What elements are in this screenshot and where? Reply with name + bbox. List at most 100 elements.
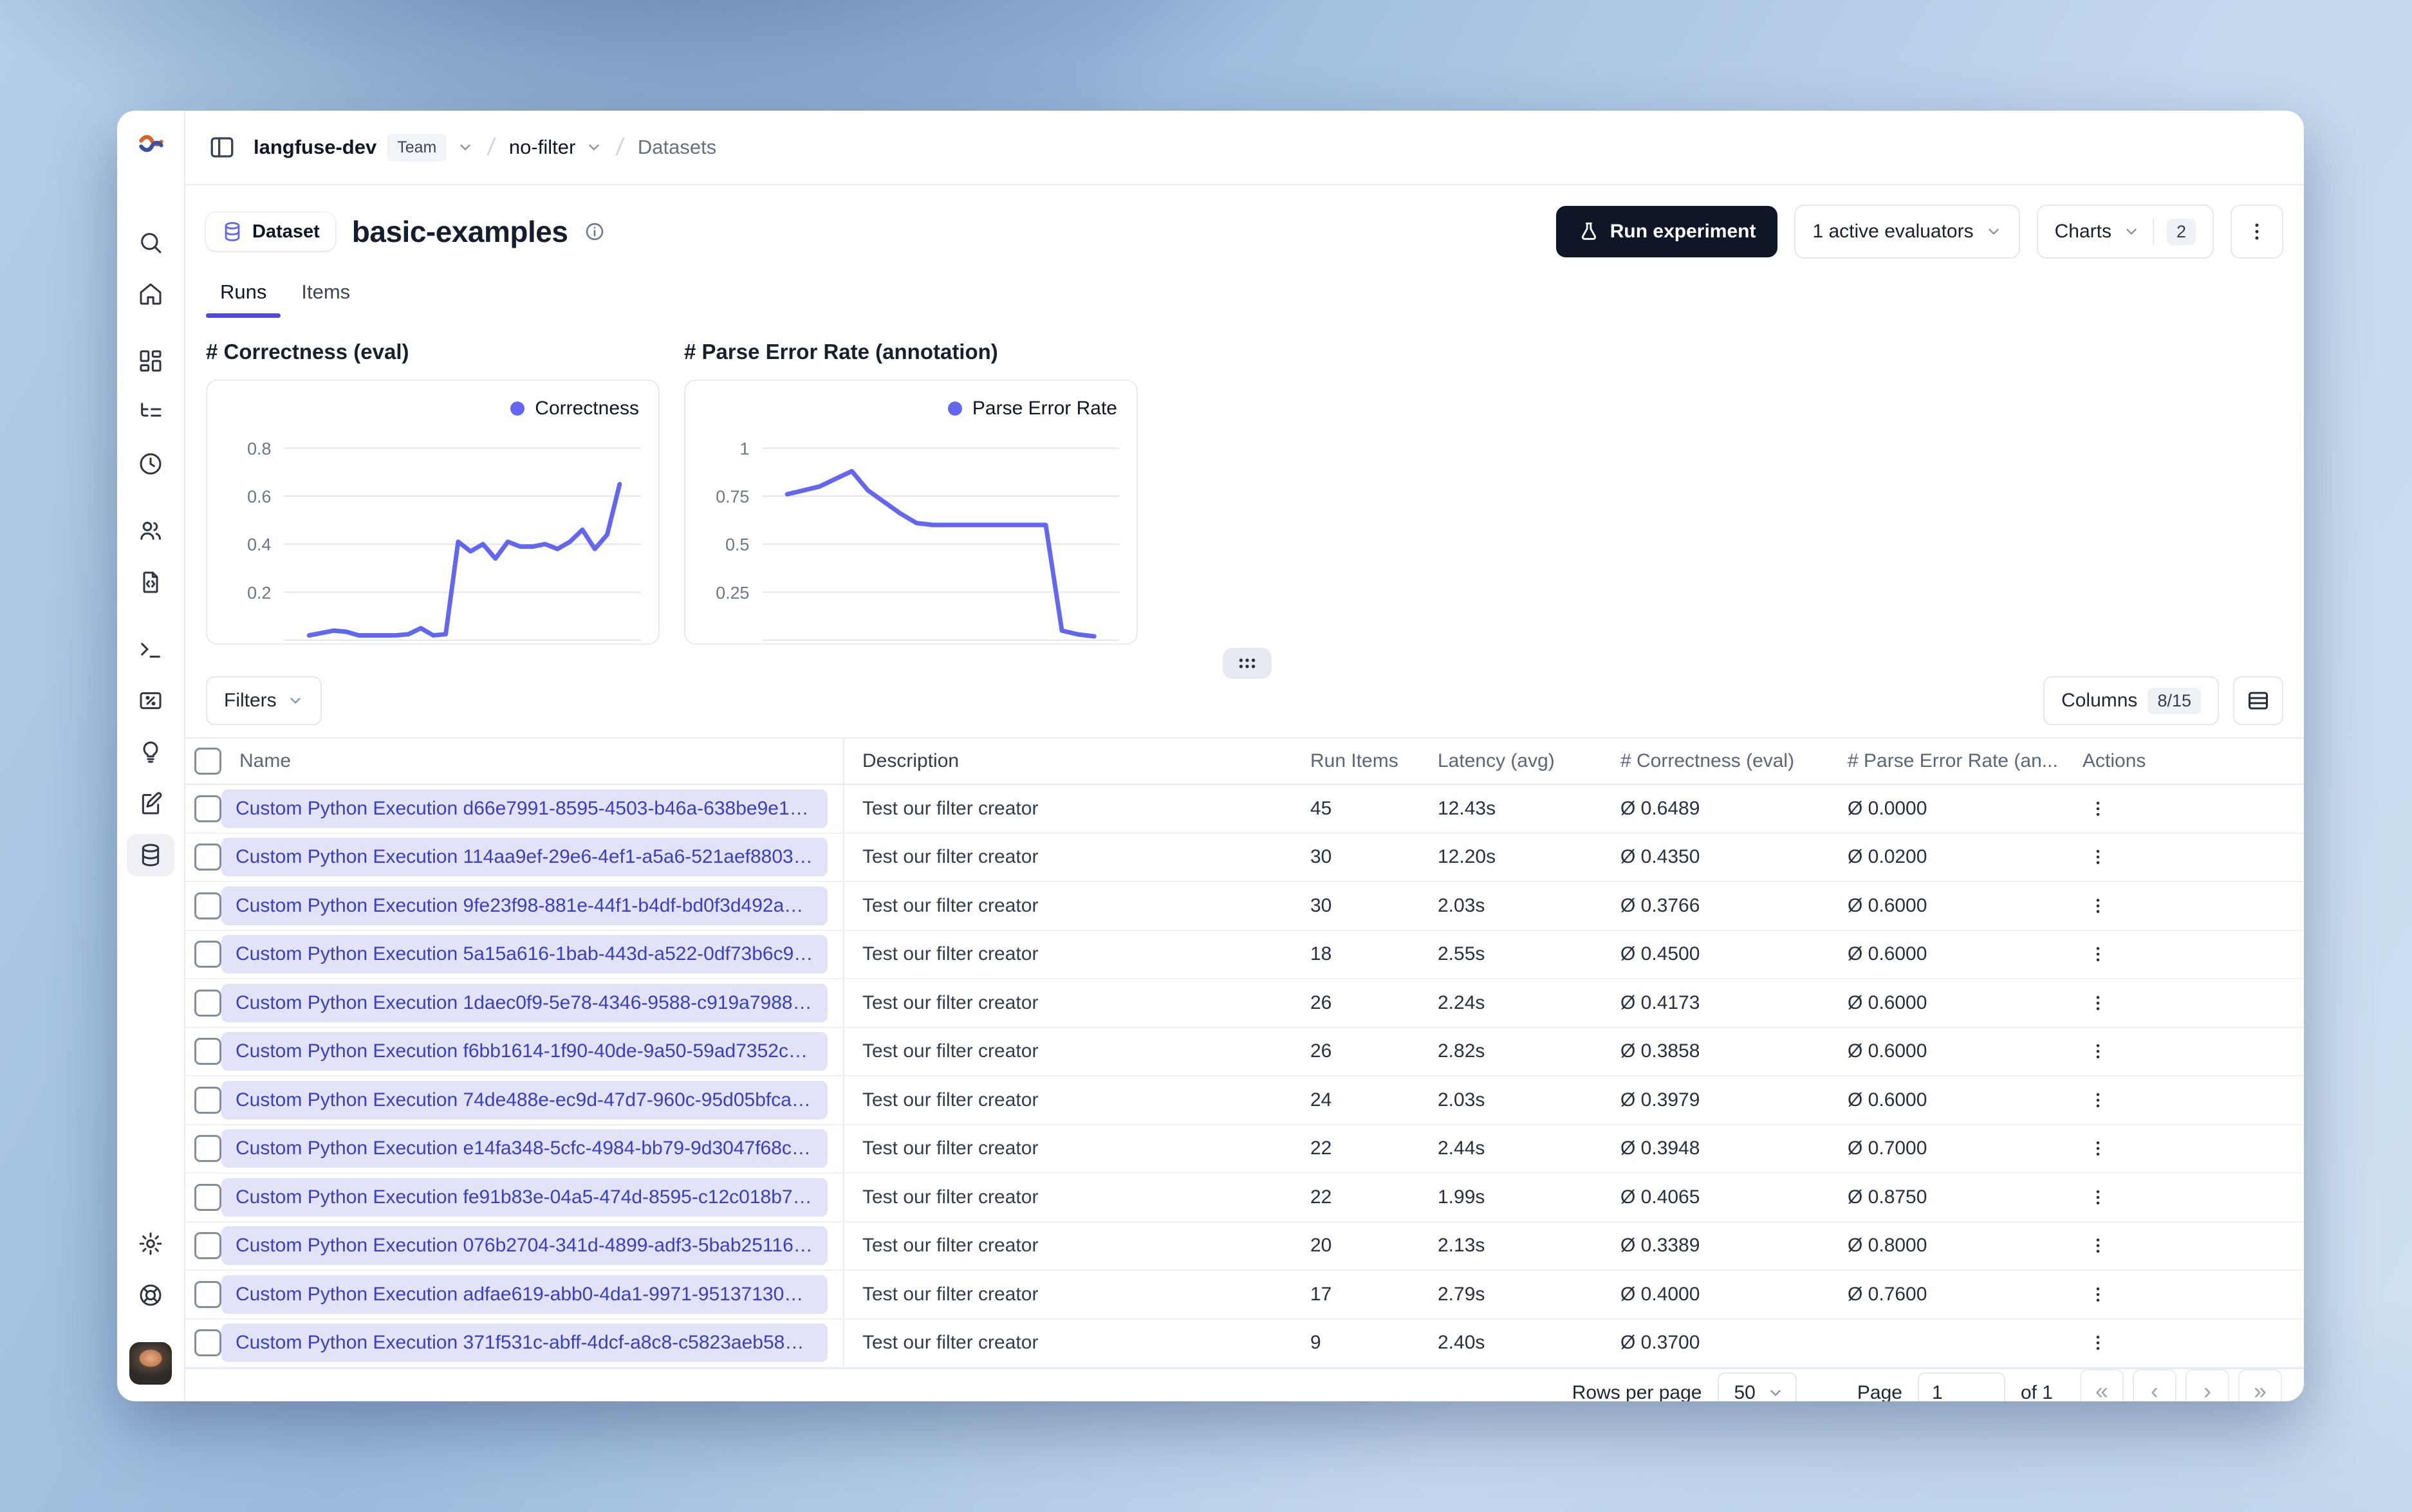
table-row[interactable]: Custom Python Execution 076b2704-341d-48… bbox=[185, 1222, 2304, 1271]
charts-button[interactable]: Charts 2 bbox=[2036, 205, 2214, 259]
row-checkbox[interactable] bbox=[194, 1086, 221, 1114]
tab-runs[interactable]: Runs bbox=[206, 270, 281, 318]
row-actions-menu[interactable] bbox=[2083, 1036, 2113, 1067]
row-actions-menu[interactable] bbox=[2083, 793, 2113, 824]
row-checkbox[interactable] bbox=[194, 795, 221, 822]
table-row[interactable]: Custom Python Execution adfae619-abb0-4d… bbox=[185, 1271, 2304, 1320]
columns-button[interactable]: Columns 8/15 bbox=[2043, 676, 2219, 725]
run-name-link[interactable]: Custom Python Execution 5a15a616-1bab-44… bbox=[221, 935, 828, 974]
row-checkbox[interactable] bbox=[194, 1183, 221, 1211]
run-name-link[interactable]: Custom Python Execution 1daec0f9-5e78-43… bbox=[221, 983, 828, 1022]
first-page-button[interactable]: « bbox=[2080, 1369, 2124, 1401]
column-header-run-items[interactable]: Run Items bbox=[1305, 750, 1433, 772]
table-row[interactable]: Custom Python Execution 74de488e-ec9d-47… bbox=[185, 1076, 2304, 1125]
sidebar-item-support[interactable] bbox=[127, 1274, 174, 1316]
run-name-link[interactable]: Custom Python Execution 076b2704-341d-48… bbox=[221, 1226, 828, 1266]
page-label: Page bbox=[1857, 1382, 1902, 1401]
sidebar-item-insights[interactable] bbox=[127, 731, 174, 773]
evaluators-button[interactable]: 1 active evaluators bbox=[1794, 205, 2020, 259]
tab-items[interactable]: Items bbox=[287, 270, 364, 318]
run-name-link[interactable]: Custom Python Execution fe91b83e-04a5-47… bbox=[221, 1177, 828, 1217]
run-name-link[interactable]: Custom Python Execution 114aa9ef-29e6-4e… bbox=[221, 838, 828, 877]
sidebar-item-annotation[interactable] bbox=[127, 782, 174, 825]
table-row[interactable]: Custom Python Execution 1daec0f9-5e78-43… bbox=[185, 979, 2304, 1028]
row-actions-menu[interactable] bbox=[2083, 1182, 2113, 1213]
row-actions-menu[interactable] bbox=[2083, 1085, 2113, 1116]
run-experiment-button[interactable]: Run experiment bbox=[1555, 206, 1778, 257]
run-name-link[interactable]: Custom Python Execution 371f531c-abff-4d… bbox=[221, 1323, 828, 1363]
sidebar-item-datasets[interactable] bbox=[127, 834, 174, 876]
table-row[interactable]: Custom Python Execution e14fa348-5cfc-49… bbox=[185, 1125, 2304, 1174]
sidebar-item-tracing[interactable] bbox=[127, 391, 174, 434]
run-items-count: 18 bbox=[1310, 943, 1332, 965]
column-header-latency[interactable]: Latency (avg) bbox=[1433, 750, 1615, 772]
row-checkbox[interactable] bbox=[194, 1232, 221, 1260]
table-row[interactable]: Custom Python Execution 371f531c-abff-4d… bbox=[185, 1319, 2304, 1368]
run-name-link[interactable]: Custom Python Execution 9fe23f98-881e-44… bbox=[221, 886, 828, 925]
run-items-count: 20 bbox=[1310, 1235, 1332, 1257]
next-page-button[interactable]: › bbox=[2185, 1369, 2229, 1401]
sidebar-item-evaluation[interactable] bbox=[127, 679, 174, 722]
sidebar-item-users[interactable] bbox=[127, 510, 174, 552]
run-latency: 12.20s bbox=[1438, 846, 1496, 868]
last-page-button[interactable]: » bbox=[2238, 1369, 2282, 1401]
column-header-name[interactable]: Name bbox=[221, 739, 844, 784]
chevron-down-icon[interactable] bbox=[457, 139, 474, 156]
select-all-checkbox[interactable] bbox=[194, 748, 221, 775]
row-actions-menu[interactable] bbox=[2083, 890, 2113, 921]
table-row[interactable]: Custom Python Execution d66e7991-8595-45… bbox=[185, 785, 2304, 834]
prev-page-button[interactable]: ‹ bbox=[2133, 1369, 2176, 1401]
sidebar-item-search[interactable] bbox=[127, 221, 174, 264]
run-name-link[interactable]: Custom Python Execution d66e7991-8595-45… bbox=[221, 789, 828, 828]
page-number-input[interactable]: 1 bbox=[1917, 1372, 2005, 1401]
row-checkbox[interactable] bbox=[194, 892, 221, 919]
sidebar-toggle-icon[interactable] bbox=[209, 134, 236, 161]
row-checkbox[interactable] bbox=[194, 941, 221, 968]
run-name-link[interactable]: Custom Python Execution e14fa348-5cfc-49… bbox=[221, 1129, 828, 1168]
table-row[interactable]: Custom Python Execution 5a15a616-1bab-44… bbox=[185, 930, 2304, 979]
row-actions-menu[interactable] bbox=[2083, 1327, 2113, 1358]
chevron-down-icon[interactable] bbox=[586, 139, 602, 156]
sidebar-item-playground[interactable] bbox=[127, 628, 174, 670]
row-checkbox[interactable] bbox=[194, 1038, 221, 1065]
row-checkbox[interactable] bbox=[194, 1280, 221, 1308]
row-checkbox[interactable] bbox=[194, 1135, 221, 1163]
sidebar-item-dashboards[interactable] bbox=[127, 340, 174, 382]
column-header-description[interactable]: Description bbox=[844, 750, 1305, 772]
table-row[interactable]: Custom Python Execution f6bb1614-1f90-40… bbox=[185, 1028, 2304, 1076]
column-header-correctness[interactable]: # Correctness (eval) bbox=[1615, 750, 1842, 772]
runs-table: Name Description Run Items Latency (avg)… bbox=[185, 737, 2304, 1368]
row-height-button[interactable] bbox=[2233, 676, 2283, 725]
row-actions-menu[interactable] bbox=[2083, 842, 2113, 872]
section-resize-handle[interactable] bbox=[1223, 648, 1272, 679]
sidebar-item-sessions[interactable] bbox=[127, 443, 174, 485]
breadcrumb-org[interactable]: langfuse-dev bbox=[254, 136, 376, 159]
filters-button[interactable]: Filters bbox=[206, 676, 322, 725]
sidebar-item-prompts[interactable] bbox=[127, 561, 174, 604]
user-avatar[interactable] bbox=[129, 1342, 172, 1385]
column-header-parse-error[interactable]: # Parse Error Rate (an... bbox=[1842, 750, 2070, 772]
row-actions-menu[interactable] bbox=[2083, 1133, 2113, 1164]
row-checkbox[interactable] bbox=[194, 989, 221, 1017]
sessions-icon bbox=[138, 451, 163, 477]
row-actions-menu[interactable] bbox=[2083, 1230, 2113, 1261]
run-name-link[interactable]: Custom Python Execution f6bb1614-1f90-40… bbox=[221, 1032, 828, 1071]
table-row[interactable]: Custom Python Execution 9fe23f98-881e-44… bbox=[185, 882, 2304, 931]
breadcrumb-section[interactable]: Datasets bbox=[638, 136, 716, 159]
table-row[interactable]: Custom Python Execution fe91b83e-04a5-47… bbox=[185, 1174, 2304, 1222]
run-name-link[interactable]: Custom Python Execution adfae619-abb0-4d… bbox=[221, 1275, 828, 1314]
rows-per-page-select[interactable]: 50 bbox=[1717, 1372, 1797, 1401]
row-checkbox[interactable] bbox=[194, 844, 221, 871]
sidebar-item-home[interactable] bbox=[127, 273, 174, 315]
row-actions-menu[interactable] bbox=[2083, 988, 2113, 1019]
row-actions-menu[interactable] bbox=[2083, 1279, 2113, 1310]
run-name-link[interactable]: Custom Python Execution 74de488e-ec9d-47… bbox=[221, 1080, 828, 1120]
row-actions-menu[interactable] bbox=[2083, 939, 2113, 970]
table-row[interactable]: Custom Python Execution 114aa9ef-29e6-4e… bbox=[185, 833, 2304, 882]
more-actions-button[interactable] bbox=[2231, 205, 2283, 259]
breadcrumb-project[interactable]: no-filter bbox=[509, 136, 575, 159]
sidebar-item-settings[interactable] bbox=[127, 1222, 174, 1265]
row-checkbox[interactable] bbox=[194, 1329, 221, 1357]
info-icon[interactable] bbox=[584, 221, 605, 242]
svg-text:0.75: 0.75 bbox=[716, 487, 749, 506]
